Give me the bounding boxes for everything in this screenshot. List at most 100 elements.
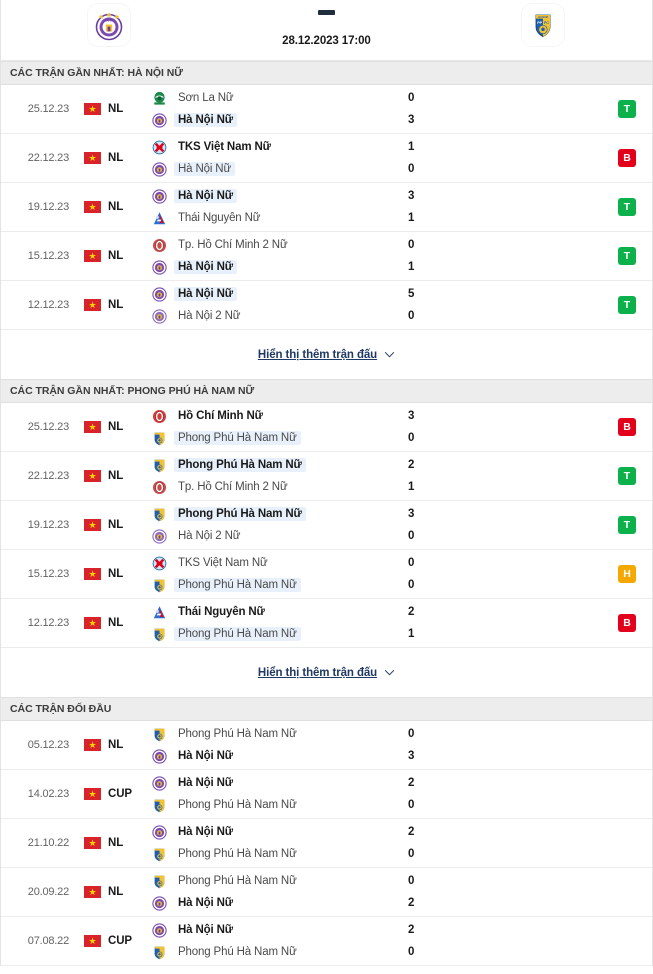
away-team-line[interactable]: Phong Phú Hà Nam Nữ <box>149 847 402 862</box>
vietnam-flag-icon: ★ <box>84 617 101 629</box>
home-team-line[interactable]: Thái Nguyên Nữ <box>149 605 402 620</box>
phongphu-logo-icon <box>152 578 167 593</box>
away-team-line[interactable]: Hà Nội Nữ <box>149 748 402 764</box>
match-row[interactable]: 22.12.23 ★ NL TKS Việt Nam Nữ Hà Nội Nữ … <box>1 134 652 183</box>
home-team-name: Hà Nội Nữ <box>174 189 237 203</box>
show-more-matches-button[interactable]: Hiển thị thêm trận đấu <box>1 648 652 697</box>
scores-cell: 0 1 <box>402 232 602 280</box>
match-row[interactable]: 14.02.23 ★ CUP Hà Nội Nữ Phong Phú Hà Na… <box>1 770 652 819</box>
hanoi-logo-icon <box>152 824 167 840</box>
hanoi-logo-icon <box>152 286 167 302</box>
away-team-line[interactable]: Hà Nội Nữ <box>149 895 402 911</box>
match-row[interactable]: 21.10.22 ★ NL Hà Nội Nữ Phong Phú Hà Nam… <box>1 819 652 868</box>
away-team-name: Phong Phú Hà Nam Nữ <box>178 946 297 958</box>
scoreline-slot: 28.12.2023 17:00 <box>218 0 435 47</box>
away-team-score: 0 <box>408 946 415 958</box>
home-team-line[interactable]: Tp. Hồ Chí Minh 2 Nữ <box>149 238 402 253</box>
match-section-0: CÁC TRẬN GẦN NHẤT: HÀ NỘI NỮ 25.12.23 ★ … <box>1 61 652 379</box>
match-row[interactable]: 25.12.23 ★ NL Sơn La Nữ Hà Nội Nữ 0 3 T <box>1 85 652 134</box>
vietnam-flag-icon: ★ <box>84 421 101 433</box>
teams-cell: TKS Việt Nam Nữ Hà Nội Nữ <box>149 134 402 182</box>
home-team-line[interactable]: Phong Phú Hà Nam Nữ <box>149 458 402 473</box>
vietnam-flag-icon: ★ <box>84 788 101 800</box>
home-team-score: 0 <box>408 239 415 251</box>
away-team-line[interactable]: Phong Phú Hà Nam Nữ <box>149 798 402 813</box>
match-date: 15.12.23 <box>27 568 69 580</box>
result-badge-draw: H <box>618 565 636 583</box>
home-team-line[interactable]: Sơn La Nữ <box>149 91 402 106</box>
home-team-crest-slot[interactable]: HANOI <box>1 0 218 46</box>
home-team-line[interactable]: Hà Nội Nữ <box>149 286 402 302</box>
result-badge-win: T <box>618 296 636 314</box>
competition-cell: ★ CUP <box>73 770 149 818</box>
result-cell: H <box>602 550 652 598</box>
match-row[interactable]: 07.08.22 ★ CUP Hà Nội Nữ Phong Phú Hà Na… <box>1 917 652 966</box>
home-team-line[interactable]: Phong Phú Hà Nam Nữ <box>149 874 402 889</box>
competition-cell: ★ NL <box>73 868 149 916</box>
sections-container: CÁC TRẬN GẦN NHẤT: HÀ NỘI NỮ 25.12.23 ★ … <box>1 61 652 966</box>
result-cell: T <box>602 183 652 231</box>
home-team-line[interactable]: Hồ Chí Minh Nữ <box>149 409 402 424</box>
competition-label: NL <box>108 421 124 433</box>
result-cell: B <box>602 403 652 451</box>
home-team-line[interactable]: Hà Nội Nữ <box>149 188 402 204</box>
match-row[interactable]: 20.09.22 ★ NL Phong Phú Hà Nam Nữ Hà Nội… <box>1 868 652 917</box>
vietnam-flag-icon: ★ <box>84 250 101 262</box>
match-row[interactable]: 12.12.23 ★ NL Hà Nội Nữ Hà Nội 2 Nữ 5 0 … <box>1 281 652 330</box>
home-team-line[interactable]: TKS Việt Nam Nữ <box>149 556 402 571</box>
result-cell <box>602 868 652 916</box>
match-row[interactable]: 19.12.23 ★ NL Hà Nội Nữ Thái Nguyên Nữ 3… <box>1 183 652 232</box>
away-team-line[interactable]: Hà Nội 2 Nữ <box>149 528 402 544</box>
away-team-line[interactable]: Phong Phú Hà Nam Nữ <box>149 431 402 446</box>
vietnam-flag-icon: ★ <box>84 470 101 482</box>
match-row[interactable]: 25.12.23 ★ NL Hồ Chí Minh Nữ Phong Phú H… <box>1 403 652 452</box>
home-team-line[interactable]: Hà Nội Nữ <box>149 824 402 840</box>
home-team-line[interactable]: Hà Nội Nữ <box>149 922 402 938</box>
result-cell <box>602 917 652 965</box>
hcm2-logo-icon <box>152 238 167 253</box>
away-team-line[interactable]: Hà Nội Nữ <box>149 112 402 128</box>
match-row[interactable]: 15.12.23 ★ NL Tp. Hồ Chí Minh 2 Nữ Hà Nộ… <box>1 232 652 281</box>
home-team-line[interactable]: TKS Việt Nam Nữ <box>149 140 402 155</box>
away-team-line[interactable]: Phong Phú Hà Nam Nữ <box>149 945 402 960</box>
teams-cell: Hà Nội Nữ Phong Phú Hà Nam Nữ <box>149 819 402 867</box>
result-cell: B <box>602 599 652 647</box>
result-cell: T <box>602 85 652 133</box>
away-team-line[interactable]: Phong Phú Hà Nam Nữ <box>149 578 402 593</box>
show-more-matches-button[interactable]: Hiển thị thêm trận đấu <box>1 330 652 379</box>
match-row[interactable]: 19.12.23 ★ NL Phong Phú Hà Nam Nữ Hà Nội… <box>1 501 652 550</box>
match-row[interactable]: 15.12.23 ★ NL TKS Việt Nam Nữ Phong Phú … <box>1 550 652 599</box>
match-date: 07.08.22 <box>27 935 69 947</box>
away-team-line[interactable]: Tp. Hồ Chí Minh 2 Nữ <box>149 480 402 495</box>
home-team-name: Hà Nội Nữ <box>178 777 233 789</box>
competition-label: NL <box>108 617 124 629</box>
competition-label: NL <box>108 201 124 213</box>
teams-cell: Hồ Chí Minh Nữ Phong Phú Hà Nam Nữ <box>149 403 402 451</box>
away-team-line[interactable]: Hà Nội 2 Nữ <box>149 308 402 324</box>
home-team-line[interactable]: Hà Nội Nữ <box>149 775 402 791</box>
away-team-crest-slot[interactable]: HA NAM PP FC <box>435 0 652 46</box>
phongphu-logo-icon <box>152 627 167 642</box>
competition-cell: ★ NL <box>73 501 149 549</box>
home-team-line[interactable]: Phong Phú Hà Nam Nữ <box>149 727 402 742</box>
competition-cell: ★ NL <box>73 599 149 647</box>
result-badge-win: T <box>618 516 636 534</box>
away-team-line[interactable]: Phong Phú Hà Nam Nữ <box>149 627 402 642</box>
match-row[interactable]: 12.12.23 ★ NL Thái Nguyên Nữ Phong Phú H… <box>1 599 652 648</box>
result-cell: T <box>602 501 652 549</box>
match-date: 22.12.23 <box>27 152 69 164</box>
match-row[interactable]: 22.12.23 ★ NL Phong Phú Hà Nam Nữ Tp. Hồ… <box>1 452 652 501</box>
home-team-line[interactable]: Phong Phú Hà Nam Nữ <box>149 507 402 522</box>
match-date: 22.12.23 <box>27 470 69 482</box>
away-team-line[interactable]: Hà Nội Nữ <box>149 161 402 177</box>
scores-cell: 3 0 <box>402 403 602 451</box>
match-row[interactable]: 05.12.23 ★ NL Phong Phú Hà Nam Nữ Hà Nội… <box>1 721 652 770</box>
hanoi2-logo-icon <box>152 308 167 324</box>
match-date: 19.12.23 <box>27 519 69 531</box>
home-team-name: Phong Phú Hà Nam Nữ <box>174 507 306 521</box>
match-date: 15.12.23 <box>27 250 69 262</box>
home-team-name: TKS Việt Nam Nữ <box>178 557 268 569</box>
away-team-line[interactable]: Hà Nội Nữ <box>149 259 402 275</box>
home-team-score: 0 <box>408 92 415 104</box>
away-team-line[interactable]: Thái Nguyên Nữ <box>149 211 402 226</box>
